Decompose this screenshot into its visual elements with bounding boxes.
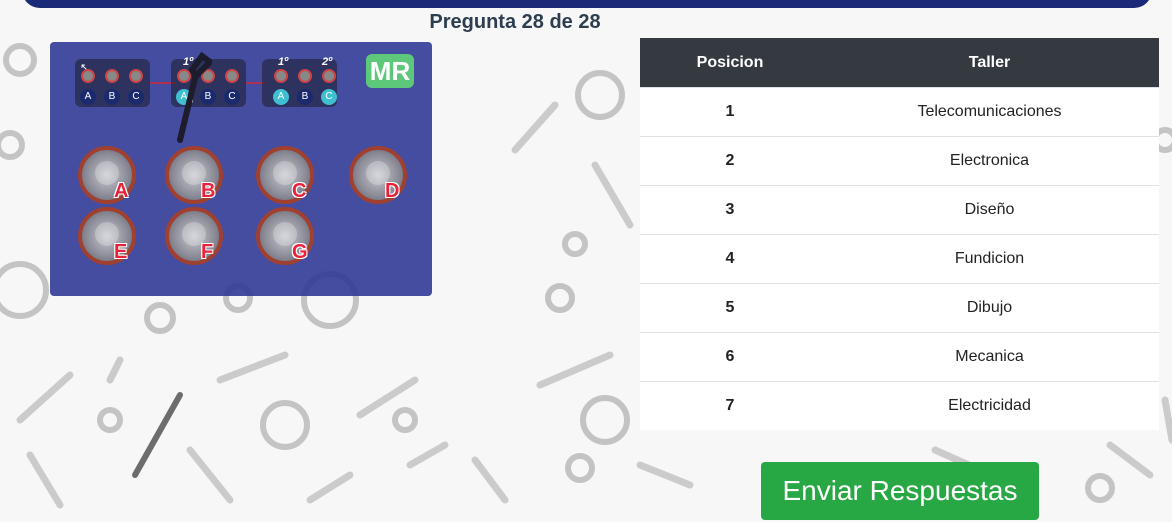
table-row[interactable]: 6 Mecanica [640,332,1159,382]
workshop-cell: Mecanica [820,332,1159,382]
option-a-label: A [114,180,129,202]
position-cell: 5 [640,283,820,333]
step3-label-b: B [297,89,313,105]
option-g-label: G [292,241,308,263]
option-c-label: C [292,180,307,202]
submit-answers-button[interactable]: Enviar Respuestas [761,462,1039,520]
header-bar [22,0,1152,8]
option-g[interactable]: G [256,207,316,267]
instruction-step-3: 1º 2º A B C [262,56,337,107]
drafting-icon [165,207,223,265]
option-e-label: E [114,241,128,263]
wrench-icon [177,52,212,143]
workshop-cell: Telecomunicaciones [820,87,1159,137]
step3-label-a: A [273,89,289,105]
question-counter: Pregunta 28 de 28 [429,11,601,33]
step1-label-b: B [104,89,120,105]
ranking-table: Posicion Taller 1 Telecomunicaciones 2 Ele… [640,38,1159,430]
table-row[interactable]: 4 Fundicion [640,234,1159,284]
table-row[interactable]: 5 Dibujo [640,283,1159,333]
table-row[interactable]: 1 Telecomunicaciones [640,87,1159,137]
position-column-header: Posicion [640,38,820,88]
option-c[interactable]: C [256,146,316,206]
option-b-label: B [201,180,216,202]
option-a[interactable]: A [78,146,138,206]
position-cell: 7 [640,381,820,430]
table-row[interactable]: 3 Diseño [640,185,1159,235]
options-panel: MR ↖ A B C 1º A B C 1º 2º A B C A B C D … [50,42,432,296]
step1-label-a: A [80,89,96,105]
mode-badge: MR [366,54,414,88]
instruction-step-1: ↖ A B C [75,59,150,107]
table-row[interactable]: 2 Electronica [640,136,1159,186]
option-f[interactable]: F [165,207,225,267]
option-d[interactable]: D [349,146,409,206]
step3-label-c: C [321,89,337,105]
position-cell: 6 [640,332,820,382]
workshop-cell: Dibujo [820,283,1159,333]
option-f-label: F [201,241,214,263]
step2-label-c: C [224,89,240,105]
position-cell: 1 [640,87,820,137]
table-row[interactable]: 7 Electricidad [640,381,1159,430]
position-cell: 3 [640,185,820,235]
option-e[interactable]: E [78,207,138,267]
table-header-row: Posicion Taller [640,38,1159,88]
workshop-column-header: Taller [820,38,1159,88]
step3-first-order-label: 1º [278,56,289,68]
workshop-cell: Electricidad [820,381,1159,430]
step1-label-c: C [128,89,144,105]
position-cell: 2 [640,136,820,186]
step3-second-order-label: 2º [322,56,333,68]
workshop-cell: Diseño [820,185,1159,235]
position-cell: 4 [640,234,820,284]
workshop-cell: Electronica [820,136,1159,186]
option-b[interactable]: B [165,146,225,206]
option-d-label: D [385,180,400,202]
workshop-cell: Fundicion [820,234,1159,284]
